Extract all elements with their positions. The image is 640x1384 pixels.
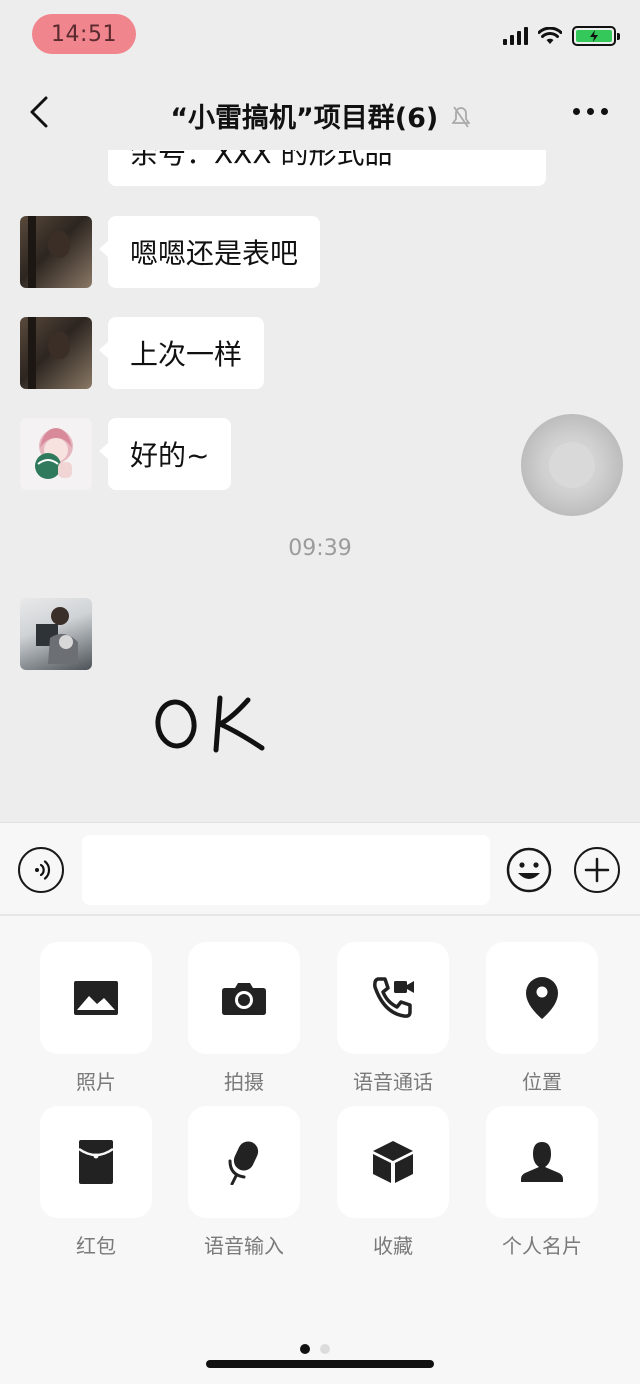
tool-contact-card[interactable]: 个人名片 (486, 1106, 598, 1259)
more-options-button[interactable] (573, 108, 608, 115)
sticker-text: OK (150, 688, 152, 689)
photo-avatar-image (36, 607, 78, 664)
red-packet-icon (78, 1140, 114, 1184)
tool-label: 收藏 (373, 1234, 413, 1258)
battery-icon (572, 26, 620, 46)
more-functions-button[interactable] (574, 847, 620, 893)
tool-voice-input[interactable]: 语音输入 (188, 1106, 300, 1259)
tool-icon-tile (188, 1106, 300, 1218)
tool-red-packet[interactable]: 红包 (40, 1106, 152, 1259)
voice-input-button[interactable] (18, 847, 64, 893)
favorites-icon (373, 1141, 413, 1183)
location-icon (526, 977, 558, 1019)
cellular-signal-icon (503, 27, 528, 45)
emoji-button[interactable] (506, 847, 552, 893)
message-text: 余号：XXX 的形式品 (130, 150, 393, 170)
message-input[interactable] (82, 835, 490, 905)
message-text: 嗯嗯还是表吧 (130, 237, 299, 270)
smiley-icon (506, 847, 552, 893)
voice-call-icon (373, 977, 414, 1018)
tool-voice-call[interactable]: 语音通话 (337, 942, 449, 1095)
tool-icon-tile (486, 1106, 598, 1218)
more-functions-panel: 照片 拍摄 语音通话 位置 红包 语音输入 收藏 个人名片 (0, 916, 640, 1384)
mute-notification-icon (450, 103, 471, 136)
status-icons (503, 26, 620, 46)
tool-label: 拍摄 (224, 1070, 264, 1094)
camera-icon (222, 983, 266, 1015)
tool-label: 语音输入 (204, 1234, 284, 1258)
tool-camera[interactable]: 拍摄 (188, 942, 300, 1095)
page-dot (320, 1344, 330, 1354)
message-bubble-partial[interactable]: 余号：XXX 的形式品 (108, 150, 546, 186)
home-indicator[interactable] (206, 1360, 434, 1368)
tool-favorites[interactable]: 收藏 (337, 1106, 449, 1259)
page-indicator[interactable] (300, 1344, 330, 1354)
tool-label: 位置 (522, 1070, 562, 1094)
tool-label: 照片 (76, 1070, 116, 1094)
group-name: “小雷搞机”项目群(6) (170, 103, 439, 134)
tool-location[interactable]: 位置 (486, 942, 598, 1095)
avatar[interactable] (20, 317, 92, 389)
message-bubble[interactable]: 上次一样 (98, 317, 265, 389)
status-time: 14:51 (51, 21, 117, 47)
message-row: 上次一样 (20, 317, 265, 389)
more-dot (601, 108, 608, 115)
voice-waves-icon (35, 860, 51, 880)
tool-photo[interactable]: 照片 (40, 942, 152, 1095)
message-row (20, 598, 92, 670)
status-bar: 14:51 (0, 0, 640, 70)
tool-icon-tile (40, 942, 152, 1054)
message-bubble[interactable]: 好的~ (98, 418, 232, 490)
tool-label: 红包 (76, 1234, 116, 1258)
tool-label: 个人名片 (502, 1234, 582, 1258)
tool-icon-tile (486, 942, 598, 1054)
contact-card-icon (521, 1142, 563, 1182)
photo-icon (74, 981, 118, 1015)
avatar[interactable] (20, 598, 92, 670)
tool-label: 语音通话 (353, 1070, 433, 1094)
tool-icon-tile (337, 1106, 449, 1218)
message-row: 嗯嗯还是表吧 (20, 216, 321, 288)
input-bar (0, 822, 640, 916)
floating-assistive-button[interactable] (521, 414, 623, 516)
message-text: 上次一样 (130, 338, 243, 371)
page-dot-active (300, 1344, 310, 1354)
time-pill[interactable]: 14:51 (32, 14, 136, 54)
more-dot (587, 108, 594, 115)
avatar[interactable] (20, 216, 92, 288)
chat-title: “小雷搞机”项目群(6) (0, 96, 640, 136)
ok-sticker[interactable]: OK (150, 688, 280, 758)
wifi-icon (538, 27, 562, 44)
message-bubble[interactable]: 嗯嗯还是表吧 (98, 216, 321, 288)
plus-icon (584, 857, 610, 883)
chat-header: “小雷搞机”项目群(6) (0, 70, 640, 154)
tool-icon-tile (40, 1106, 152, 1218)
tool-icon-tile (337, 942, 449, 1054)
anime-avatar-image (35, 428, 73, 479)
message-text: 好的~ (130, 439, 210, 472)
message-timestamp: 09:39 (288, 536, 352, 561)
microphone-icon (228, 1141, 259, 1185)
more-dot (573, 108, 580, 115)
tool-icon-tile (188, 942, 300, 1054)
charging-bolt-icon (590, 30, 598, 42)
avatar[interactable] (20, 418, 92, 490)
message-row: 好的~ (20, 418, 232, 490)
message-list[interactable]: 余号：XXX 的形式品 嗯嗯还是表吧 上次一样 好的~ 09:39 OK (0, 150, 640, 822)
